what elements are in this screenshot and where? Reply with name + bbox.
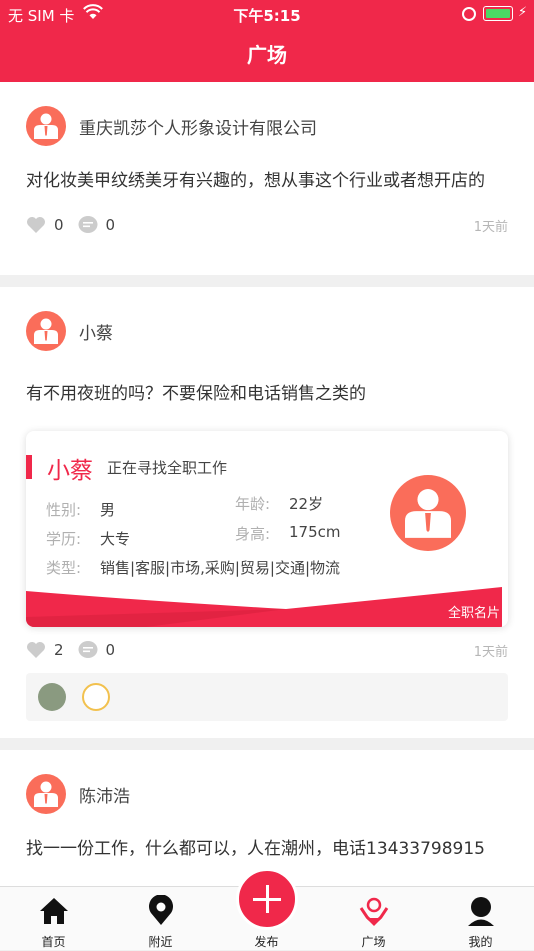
tab-nearby[interactable]: 附近 [107, 887, 214, 951]
post-time: 1天前 [473, 219, 508, 235]
card-name: 小蔡 [47, 458, 93, 484]
author-name[interactable]: 重庆凯莎个人形象设计有限公司 [79, 114, 317, 139]
liker-avatars [26, 673, 508, 721]
location-pin-icon [149, 895, 173, 925]
card-seeking: 正在寻找全职工作 [107, 459, 228, 477]
publish-button[interactable] [236, 868, 298, 930]
liker-avatar[interactable] [38, 683, 66, 711]
post-text: 找一一份工作，什么都可以，人在潮州，电话13433798915 [26, 839, 485, 859]
comment-icon[interactable] [78, 216, 98, 234]
square-icon [359, 897, 389, 926]
status-time: 下午5:15 [233, 7, 301, 25]
person-icon [34, 318, 58, 344]
liker-avatar[interactable] [82, 683, 110, 711]
avatar[interactable] [26, 774, 66, 814]
status-bar: 无 SIM 卡 下午5:15 ⚡ [0, 0, 534, 28]
card-wave-decoration [26, 587, 502, 627]
page-title: 广场 [0, 28, 534, 82]
card-tag: 全职名片 [447, 606, 500, 621]
post-text: 有不用夜班的吗？不要保险和电话销售之类的 [26, 384, 366, 404]
profile-icon [468, 897, 494, 926]
tab-label: 附近 [148, 935, 173, 949]
post-text: 对化妆美甲纹绣美牙有兴趣的，想从事这个行业或者想开店的 [26, 171, 485, 191]
battery-icon [483, 6, 513, 21]
home-icon [40, 898, 68, 924]
like-count: 0 [54, 216, 64, 234]
comment-count: 0 [105, 641, 116, 659]
author-name[interactable]: 小蔡 [79, 319, 113, 344]
tab-home[interactable]: 首页 [0, 887, 107, 951]
tab-square[interactable]: 广场 [320, 887, 427, 951]
tab-label: 首页 [41, 935, 66, 949]
heart-icon[interactable] [26, 641, 46, 659]
post-item[interactable]: 小蔡 有不用夜班的吗？不要保险和电话销售之类的 小蔡 正在寻找全职工作 性别: … [0, 287, 534, 738]
avatar[interactable] [26, 106, 66, 146]
job-card[interactable]: 小蔡 正在寻找全职工作 性别: 男 年龄: 22岁 学历: 大专 身高: 175… [26, 431, 508, 627]
gender-label: 性别: [46, 501, 82, 519]
person-icon [405, 489, 451, 538]
height-label: 身高: [235, 525, 271, 543]
tab-label: 我的 [468, 935, 493, 949]
tab-label: 广场 [361, 935, 386, 949]
type-label: 类型: [46, 559, 82, 577]
tab-label: 发布 [254, 935, 279, 949]
age-value: 22岁 [289, 495, 324, 513]
gender-value: 男 [100, 501, 116, 519]
tab-mine[interactable]: 我的 [427, 887, 534, 951]
comment-count: 0 [105, 216, 116, 234]
post-item[interactable]: 重庆凯莎个人形象设计有限公司 对化妆美甲纹绣美牙有兴趣的，想从事这个行业或者想开… [0, 82, 534, 275]
post-feed[interactable]: 重庆凯莎个人形象设计有限公司 对化妆美甲纹绣美牙有兴趣的，想从事这个行业或者想开… [0, 82, 534, 886]
type-value: 销售|客服|市场,采购|贸易|交通|物流 [100, 559, 341, 577]
card-accent-bar [26, 455, 32, 479]
post-item[interactable]: 陈沛浩 找一一份工作，什么都可以，人在潮州，电话13433798915 [0, 750, 534, 886]
person-icon [34, 113, 58, 139]
education-label: 学历: [46, 530, 82, 548]
card-avatar [390, 475, 466, 551]
age-label: 年龄: [235, 495, 271, 513]
avatar[interactable] [26, 311, 66, 351]
author-name[interactable]: 陈沛浩 [79, 782, 130, 807]
charging-icon: ⚡ [518, 5, 528, 20]
education-value: 大专 [100, 530, 131, 548]
rotation-lock-icon [462, 7, 476, 21]
like-count: 2 [54, 641, 64, 659]
height-value: 175cm [289, 523, 341, 541]
heart-icon[interactable] [26, 216, 46, 234]
comment-icon[interactable] [78, 641, 98, 659]
person-icon [34, 781, 58, 807]
post-time: 1天前 [473, 644, 508, 660]
